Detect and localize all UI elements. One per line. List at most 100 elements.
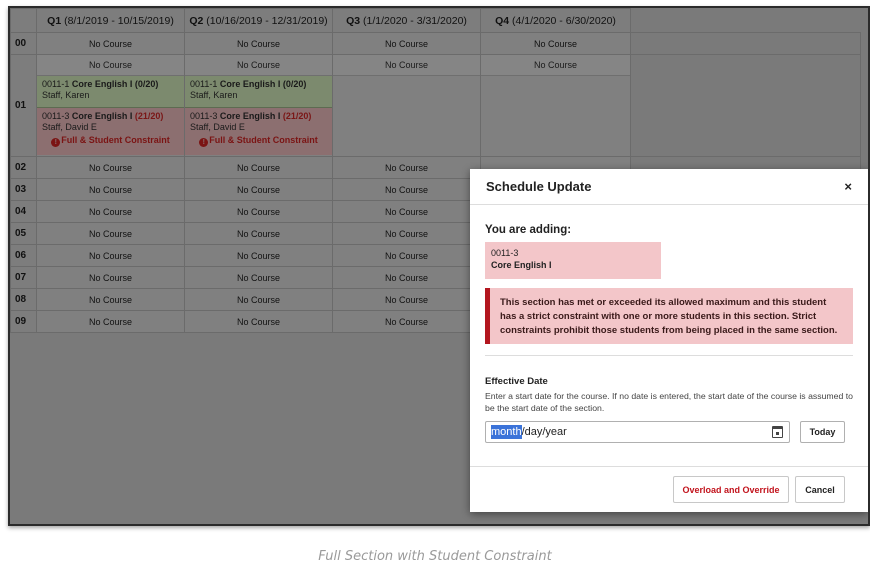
period-label: 06 [10, 244, 37, 267]
period-label: 09 [10, 310, 37, 333]
calendar-icon[interactable] [772, 426, 783, 438]
course-cell[interactable]: No Course [332, 222, 481, 245]
course-cell[interactable]: No Course [36, 266, 185, 289]
course-cell-multi: No Course 0011-1 Core English I (0/20) S… [184, 54, 333, 157]
quarter-header-q1: Q1 (8/1/2019 - 10/15/2019) [36, 8, 185, 33]
course-cell-multi: No Course 0011-1 Core English I (0/20) S… [36, 54, 185, 157]
section-teacher: Staff, David E [42, 122, 97, 133]
adding-label: You are adding: [485, 224, 572, 236]
course-cell[interactable]: No Course [36, 156, 185, 179]
cancel-button[interactable]: Cancel [795, 476, 845, 503]
alert-circle-icon: ! [51, 137, 61, 147]
course-cell-multi: No Course [332, 54, 481, 157]
course-cell[interactable]: No Course [184, 310, 333, 333]
close-icon[interactable]: × [844, 179, 852, 194]
course-cell[interactable]: No Course [480, 32, 631, 55]
schedule-update-dialog: Schedule Update × You are adding: 0011-3… [470, 169, 868, 512]
course-cell[interactable]: No Course [184, 244, 333, 267]
period-label: 07 [10, 266, 37, 289]
course-cell[interactable]: No Course [36, 178, 185, 201]
period-label: 04 [10, 200, 37, 223]
course-cell[interactable]: No Course [184, 156, 333, 179]
course-cell[interactable]: No Course [184, 178, 333, 201]
section-card-full[interactable]: 0011-3 Core English I (21/20) Staff, Dav… [37, 108, 184, 155]
course-cell[interactable]: No Course [332, 200, 481, 223]
course-cell[interactable]: No Course [36, 200, 185, 223]
section-teacher: Staff, Karen [42, 90, 90, 101]
schedule-window: Q1 (8/1/2019 - 10/15/2019) Q2 (10/16/201… [8, 6, 870, 526]
date-rest-segment[interactable]: /day/year [522, 426, 567, 438]
dialog-header: Schedule Update × [470, 169, 868, 205]
course-cell[interactable]: No Course [36, 32, 185, 55]
course-cell[interactable]: No Course [37, 55, 184, 76]
course-cell[interactable]: No Course [184, 32, 333, 55]
section-line: 0011-1 Core English I (0/20) [42, 79, 179, 90]
corner-cell [10, 8, 37, 33]
course-cell[interactable]: No Course [332, 310, 481, 333]
course-cell[interactable]: No Course [36, 310, 185, 333]
quarter-header-q3: Q3 (1/1/2020 - 3/31/2020) [332, 8, 481, 33]
course-cell[interactable]: No Course [332, 244, 481, 267]
course-cell[interactable]: No Course [36, 222, 185, 245]
section-count: (21/20) [282, 111, 312, 121]
course-cell[interactable]: No Course [184, 222, 333, 245]
section-code: 0011-1 [42, 79, 70, 89]
section-card-full[interactable]: 0011-3 Core English I (21/20) Staff, Dav… [185, 108, 332, 155]
section-name: Core English I [71, 111, 133, 121]
course-cell[interactable]: No Course [185, 55, 332, 76]
divider [485, 355, 853, 356]
section-card-open[interactable]: 0011-1 Core English I (0/20) Staff, Kare… [185, 76, 332, 108]
row-blank [630, 32, 861, 55]
section-code: 0011-3 [190, 111, 218, 121]
constraint-warning: ! Full & Student Constraint [42, 135, 179, 147]
section-card-open[interactable]: 0011-1 Core English I (0/20) Staff, Kare… [37, 76, 184, 108]
dialog-title: Schedule Update [486, 179, 592, 194]
period-label: 00 [10, 32, 37, 55]
course-cell[interactable]: No Course [332, 178, 481, 201]
course-code: 0011-3 [491, 248, 519, 258]
section-count: (21/20) [134, 111, 164, 121]
section-code: 0011-1 [190, 79, 218, 89]
footer-divider [470, 466, 868, 467]
section-count: (0/20) [282, 79, 307, 89]
constraint-alert: This section has met or exceeded its all… [485, 288, 853, 344]
section-name: Core English I [219, 111, 281, 121]
added-course-card: 0011-3 Core English I [485, 242, 661, 279]
figure-caption: Full Section with Student Constraint [318, 549, 552, 564]
alert-circle-icon: ! [199, 137, 209, 147]
course-cell[interactable]: No Course [184, 200, 333, 223]
section-name: Core English I [71, 79, 133, 89]
header-blank [630, 8, 861, 33]
row-blank [630, 54, 861, 157]
section-count: (0/20) [134, 79, 159, 89]
overload-override-button[interactable]: Overload and Override [673, 476, 789, 503]
date-month-segment[interactable]: month [491, 425, 522, 439]
effective-date-help: Enter a start date for the course. If no… [485, 391, 853, 413]
period-row: 01 No Course 0011-1 Core English I (0/20… [10, 54, 861, 157]
today-button[interactable]: Today [800, 421, 845, 443]
section-teacher: Staff, Karen [190, 90, 238, 101]
course-cell[interactable]: No Course [332, 266, 481, 289]
course-cell[interactable]: No Course [332, 288, 481, 311]
period-label: 03 [10, 178, 37, 201]
course-cell[interactable]: No Course [36, 288, 185, 311]
period-label: 08 [10, 288, 37, 311]
section-line: 0011-3 Core English I (21/20) [42, 111, 179, 122]
header-row: Q1 (8/1/2019 - 10/15/2019) Q2 (10/16/201… [10, 8, 861, 33]
course-cell[interactable]: No Course [481, 55, 630, 76]
section-code: 0011-3 [42, 111, 70, 121]
course-cell[interactable]: No Course [333, 55, 480, 76]
section-teacher: Staff, David E [190, 122, 245, 133]
course-cell[interactable]: No Course [184, 288, 333, 311]
period-label: 05 [10, 222, 37, 245]
course-cell[interactable]: No Course [36, 244, 185, 267]
period-label: 02 [10, 156, 37, 179]
effective-date-input[interactable]: month/day/year [485, 421, 790, 443]
period-label: 01 [10, 54, 37, 157]
section-line: 0011-3 Core English I (21/20) [190, 111, 327, 122]
course-cell[interactable]: No Course [332, 32, 481, 55]
course-cell[interactable]: No Course [332, 156, 481, 179]
course-cell-multi: No Course [480, 54, 631, 157]
course-cell[interactable]: No Course [184, 266, 333, 289]
course-name: Core English I [491, 259, 552, 270]
